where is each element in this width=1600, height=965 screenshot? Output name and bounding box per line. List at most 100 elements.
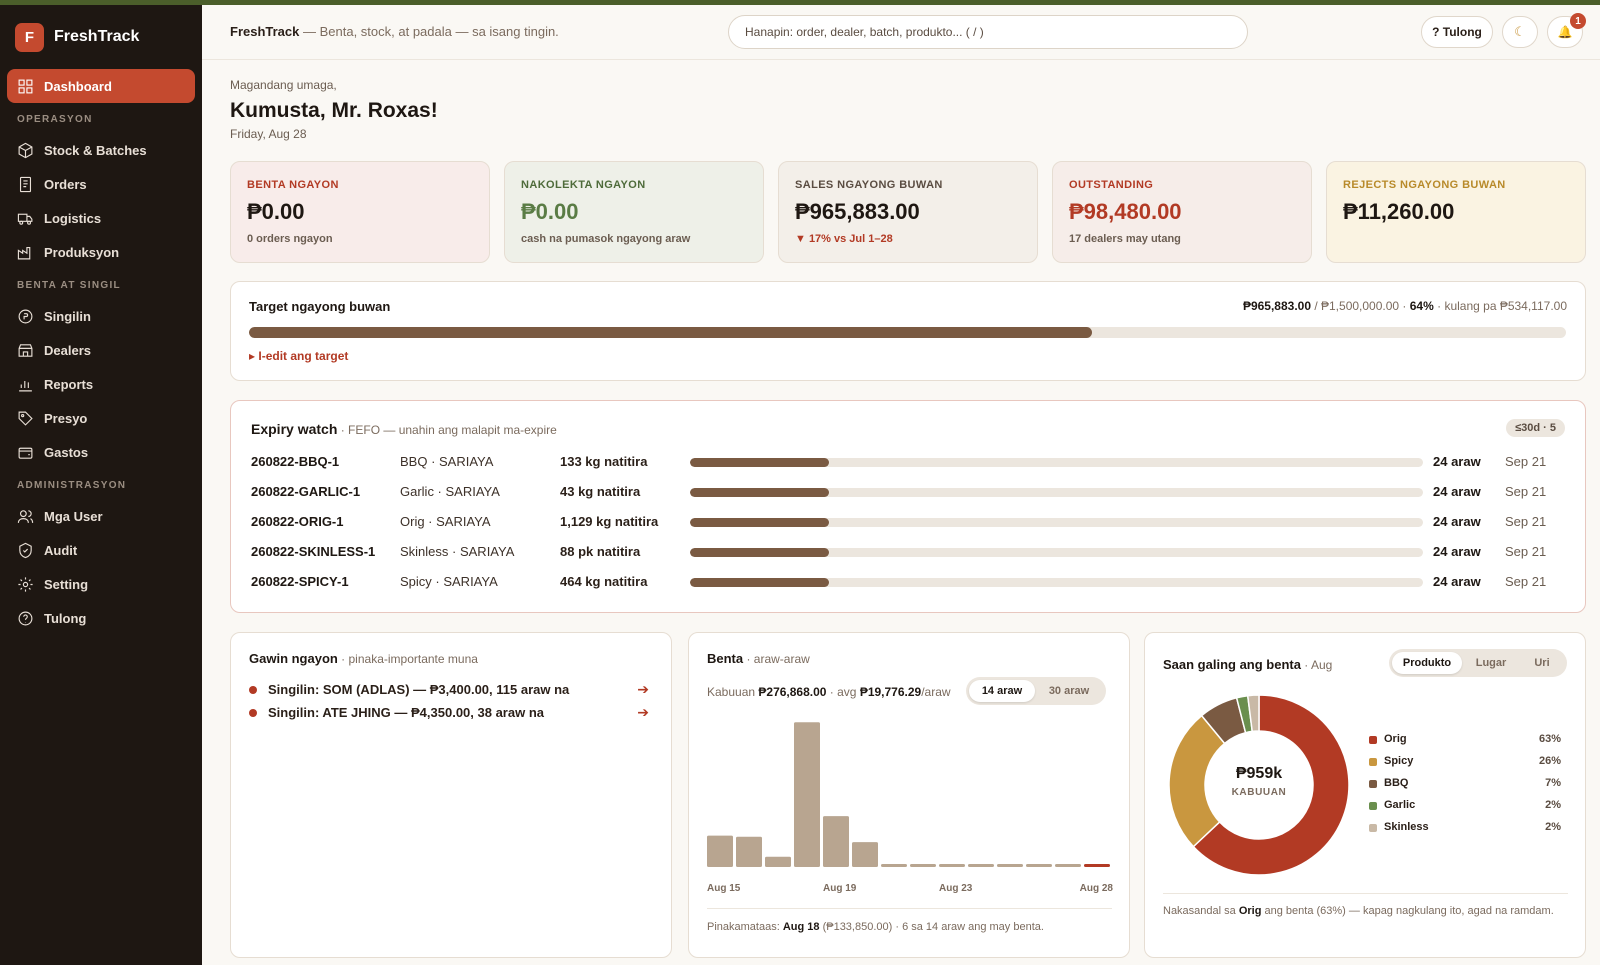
target-card: Target ngayong buwan ₱965,883.00 / ₱1,50… [230,281,1586,381]
search-input[interactable]: Hanapin: order, dealer, batch, produkto.… [728,15,1248,49]
expiry-row[interactable]: 260822-SKINLESS-1 Skinless · SARIAYA 88 pk… [251,542,1551,562]
expiry-row[interactable]: 260822-GARLIC-1 Garlic · SARIAYA 43 kg nat… [251,482,1551,502]
sidebar-item-orders[interactable]: Orders [7,167,195,201]
expiry-date: Sep 21 [1505,454,1547,469]
sidebar-item-presyo[interactable]: Presyo [7,401,195,435]
expiry-row[interactable]: 260822-BBQ-1 BBQ · SARIAYA 133 kg natitira… [251,452,1551,472]
legend-item: Garlic 2% [1369,799,1561,815]
sales-bar[interactable] [997,864,1023,867]
range-30-days[interactable]: 30 araw [1035,680,1103,702]
source-title-text: Saan galing ang benta [1163,657,1301,672]
sidebar-item-tulong[interactable]: Tulong [7,601,195,635]
sales-bar[interactable] [910,864,936,867]
sidebar-item-users[interactable]: Mga User [7,499,195,533]
page-date: Friday, Aug 28 [230,127,307,141]
batch-quantity: 133 kg natitira [560,454,648,469]
benta-summary: Kabuuan ₱276,868.00 · avg ₱19,776.29/ara… [707,685,951,699]
batch-quantity: 88 pk natitira [560,544,641,559]
sales-bar[interactable] [823,816,849,867]
x-tick-label: Aug 19 [823,883,857,894]
sidebar-item-produksyon[interactable]: Produksyon [7,235,195,269]
sidebar: F FreshTrack Dashboard OPERASYON Stock &… [0,5,202,965]
edit-target-link[interactable]: ▸ I-edit ang target [249,349,348,363]
sidebar-item-audit[interactable]: Audit [7,533,195,567]
days-left: 24 araw [1433,484,1481,499]
expiry-title: Expiry watch · FEFO — unahin ang malapit… [251,421,557,437]
expiry-date: Sep 21 [1505,514,1547,529]
sidebar-item-setting[interactable]: Setting [7,567,195,601]
arrow-right-icon[interactable]: ➔ [637,704,649,721]
range-14-days[interactable]: 14 araw [969,680,1035,702]
expiry-row[interactable]: 260822-SPICY-1 Spicy · SARIAYA 464 kg nati… [251,572,1551,592]
stat-card[interactable]: REJECTS NGAYONG BUWAN ₱11,260.00 [1326,161,1586,263]
theme-toggle-icon[interactable]: ☾ [1502,16,1538,48]
expiry-progress-fill [690,488,830,497]
tab-produkto[interactable]: Produkto [1392,652,1462,674]
batch-quantity: 464 kg natitira [560,574,648,589]
expiry-date: Sep 21 [1505,484,1547,499]
sidebar-item-reports[interactable]: Reports [7,367,195,401]
stat-card[interactable]: OUTSTANDING ₱98,480.00 17 dealers may utan… [1052,161,1312,263]
stat-card[interactable]: BENTA NGAYON ₱0.00 0 orders ngayon [230,161,490,263]
stat-subtext: 17 dealers may utang [1069,233,1181,245]
sales-bar[interactable] [968,864,994,867]
target-percent: 64% [1409,299,1434,313]
stat-subtext: 0 orders ngayon [247,233,333,245]
todo-item[interactable]: Singilin: SOM (ADLAS) — ₱3,400.00, 115 a… [249,681,649,699]
stat-card[interactable]: SALES NGAYONG BUWAN ₱965,883.00 ▼ 17% vs J… [778,161,1038,263]
benta-footer-label: Pinakamataas: [707,921,783,933]
todo-item[interactable]: Singilin: ATE JHING — ₱4,350.00, 38 araw… [249,704,649,722]
days-left: 24 araw [1433,544,1481,559]
batch-code: 260822-ORIG-1 [251,514,344,529]
tab-uri[interactable]: Uri [1520,652,1564,674]
sidebar-item-dashboard[interactable]: Dashboard [7,69,195,103]
sidebar-item-gastos[interactable]: Gastos [7,435,195,469]
expiry-progress-fill [690,548,830,557]
help-button[interactable]: ? Tulong [1421,16,1493,48]
sales-bar[interactable] [707,835,733,867]
sales-bar[interactable] [1026,864,1052,867]
batch-product: Spicy · SARIAYA [400,574,498,589]
benta-avg: ₱19,776.29 [859,685,922,699]
donut-center-value: ₱959k [1235,765,1283,782]
sales-bar[interactable] [794,722,820,867]
target-remaining: · kulang pa ₱534,117.00 [1433,299,1567,313]
sales-bar[interactable] [736,836,762,867]
legend-value: 7% [1545,777,1561,789]
arrow-right-icon[interactable]: ➔ [637,681,649,698]
benta-title: Benta · araw-araw [707,651,810,666]
sales-bar[interactable] [1084,864,1110,867]
sidebar-item-dealers[interactable]: Dealers [7,333,195,367]
sidebar-item-logistics[interactable]: Logistics [7,201,195,235]
sales-bar[interactable] [1055,864,1081,867]
expiry-row[interactable]: 260822-ORIG-1 Orig · SARIAYA 1,129 kg nati… [251,512,1551,532]
expiry-filter-chip[interactable]: ≤30d · 5 [1506,419,1565,437]
users-icon [17,508,34,525]
x-tick-label: Aug 28 [1080,883,1114,894]
source-footer-bold: Orig [1238,905,1262,917]
legend-label: BBQ [1384,777,1409,789]
dashboard-icon [17,78,34,95]
target-progress-fill [249,327,1092,338]
days-left: 24 araw [1433,514,1481,529]
tab-lugar[interactable]: Lugar [1462,652,1520,674]
sales-bar[interactable] [852,842,878,867]
stat-card[interactable]: NAKOLEKTA NGAYON ₱0.00 cash na pumasok nga… [504,161,764,263]
benta-footer-rest: (₱133,850.00) · 6 sa 14 araw ang may ben… [819,921,1044,933]
legend-item: Orig 63% [1369,733,1561,749]
expiry-date: Sep 21 [1505,544,1547,559]
sidebar-item-singilin[interactable]: Singilin [7,299,195,333]
notification-badge: 1 [1570,13,1586,29]
notifications-button[interactable]: 🔔 1 [1547,13,1586,48]
todo-text: Singilin: ATE JHING — ₱4,350.00, 38 araw… [268,705,544,720]
sales-bar[interactable] [765,856,791,867]
legend-swatch [1369,758,1377,766]
expiry-progress-bar [690,548,1423,557]
todo-text: Singilin: SOM (ADLAS) — ₱3,400.00, 115 a… [268,682,570,697]
target-title: Target ngayong buwan [249,299,391,314]
sales-bar[interactable] [939,864,965,867]
sales-bar[interactable] [881,864,907,867]
brand[interactable]: F FreshTrack [0,5,202,69]
sidebar-item-stock[interactable]: Stock & Batches [7,133,195,167]
legend-swatch [1369,780,1377,788]
